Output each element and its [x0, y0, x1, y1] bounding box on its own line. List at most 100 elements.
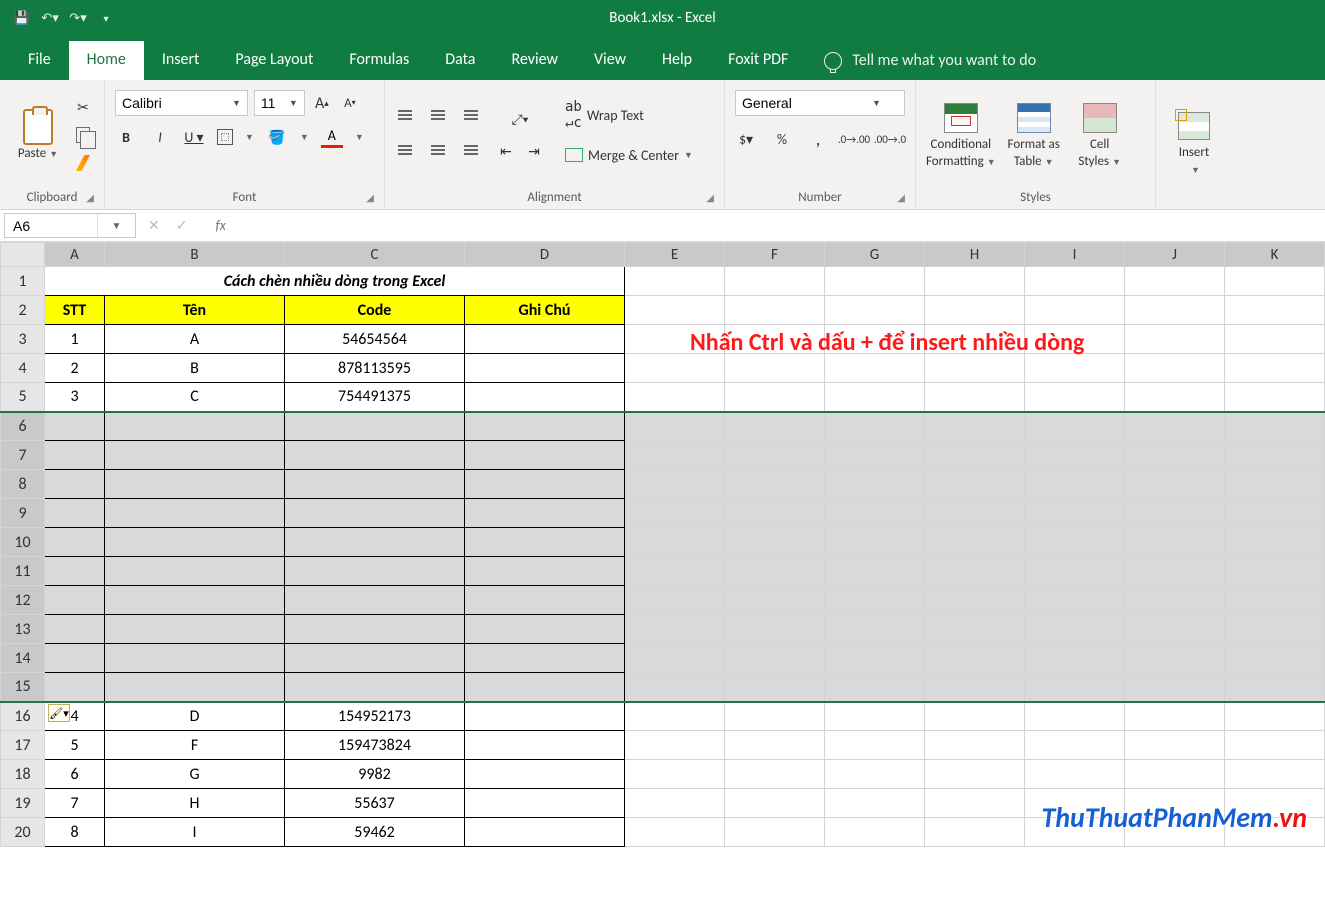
row-6[interactable]: 6: [1, 412, 1325, 441]
row-header-19[interactable]: 19: [1, 789, 45, 818]
italic-button[interactable]: I: [149, 126, 171, 148]
cell-C3[interactable]: 54654564: [285, 325, 465, 354]
enter-formula-icon[interactable]: ✓: [176, 217, 188, 234]
row-header-16[interactable]: 16: [1, 702, 45, 731]
row-header-6[interactable]: 6: [1, 412, 45, 441]
align-top-button[interactable]: [395, 107, 421, 133]
align-right-button[interactable]: [455, 137, 481, 163]
row-header-15[interactable]: 15: [1, 673, 45, 702]
increase-indent-button[interactable]: ⇥: [523, 140, 545, 162]
copy-button[interactable]: [72, 124, 94, 146]
cell-A20[interactable]: 8: [45, 818, 105, 847]
font-color-button[interactable]: A: [321, 126, 343, 148]
tab-file[interactable]: File: [10, 41, 69, 80]
bold-button[interactable]: B: [115, 126, 137, 148]
cell-header-ghichu[interactable]: Ghi Chú: [465, 296, 625, 325]
col-header-H[interactable]: H: [925, 243, 1025, 267]
col-header-K[interactable]: K: [1225, 243, 1325, 267]
cell-B4[interactable]: B: [105, 354, 285, 383]
borders-button[interactable]: [217, 129, 233, 145]
row-header-3[interactable]: 3: [1, 325, 45, 354]
tab-home[interactable]: Home: [69, 41, 144, 80]
row-3[interactable]: 3 1 A 54654564: [1, 325, 1325, 354]
row-17[interactable]: 17 5 F 159473824: [1, 731, 1325, 760]
clipboard-dialog-launcher[interactable]: ◢: [86, 191, 94, 204]
decrease-decimal-button[interactable]: .00→.0: [879, 128, 901, 150]
align-center-button[interactable]: [425, 137, 451, 163]
decrease-indent-button[interactable]: ⇤: [495, 140, 517, 162]
row-header-7[interactable]: 7: [1, 441, 45, 470]
row-header-14[interactable]: 14: [1, 644, 45, 673]
cell-C4[interactable]: 878113595: [285, 354, 465, 383]
col-header-G[interactable]: G: [825, 243, 925, 267]
save-icon[interactable]: 💾: [14, 10, 30, 26]
cell-B5[interactable]: C: [105, 383, 285, 412]
row-header-8[interactable]: 8: [1, 470, 45, 499]
row-1[interactable]: 1 Cách chèn nhiều dòng trong Excel: [1, 267, 1325, 296]
cell-B3[interactable]: A: [105, 325, 285, 354]
comma-format-button[interactable]: ,: [807, 128, 829, 150]
col-header-E[interactable]: E: [625, 243, 725, 267]
row-18[interactable]: 18 6 G 9982: [1, 760, 1325, 789]
tab-review[interactable]: Review: [493, 41, 576, 80]
cell-C20[interactable]: 59462: [285, 818, 465, 847]
col-header-F[interactable]: F: [725, 243, 825, 267]
cancel-formula-icon[interactable]: ✕: [148, 217, 160, 234]
cell-A17[interactable]: 5: [45, 731, 105, 760]
cell-A6[interactable]: [45, 412, 105, 441]
cell-header-code[interactable]: Code: [285, 296, 465, 325]
cell-B20[interactable]: I: [105, 818, 285, 847]
row-header-13[interactable]: 13: [1, 615, 45, 644]
name-box-input[interactable]: [5, 215, 97, 237]
row-12[interactable]: 12: [1, 586, 1325, 615]
cell-C19[interactable]: 55637: [285, 789, 465, 818]
wrap-text-button[interactable]: ab↵c Wrap Text: [559, 101, 650, 129]
name-box-dropdown[interactable]: ▼: [97, 214, 135, 237]
row-header-5[interactable]: 5: [1, 383, 45, 412]
row-5[interactable]: 5 3 C 754491375: [1, 383, 1325, 412]
col-header-B[interactable]: B: [105, 243, 285, 267]
cell-C18[interactable]: 9982: [285, 760, 465, 789]
cell-B17[interactable]: F: [105, 731, 285, 760]
font-name-combo[interactable]: ▼: [115, 90, 248, 116]
fill-color-button[interactable]: 🪣: [266, 126, 288, 148]
cell-A18[interactable]: 6: [45, 760, 105, 789]
cell-B19[interactable]: H: [105, 789, 285, 818]
row-header-1[interactable]: 1: [1, 267, 45, 296]
row-header-20[interactable]: 20: [1, 818, 45, 847]
row-header-9[interactable]: 9: [1, 499, 45, 528]
tab-insert[interactable]: Insert: [144, 41, 218, 80]
cell-D5[interactable]: [465, 383, 625, 412]
row-13[interactable]: 13: [1, 615, 1325, 644]
cell-styles-button[interactable]: Cell Styles▼: [1072, 101, 1128, 169]
row-8[interactable]: 8: [1, 470, 1325, 499]
insert-cells-button[interactable]: Insert ▼: [1166, 109, 1222, 177]
row-header-18[interactable]: 18: [1, 760, 45, 789]
formula-input[interactable]: [242, 214, 1325, 238]
undo-icon[interactable]: ↶▾: [42, 10, 58, 26]
spreadsheet-grid[interactable]: A B C D E F G H I J K 1 Cách chèn nhiều …: [0, 242, 1325, 847]
cell-D4[interactable]: [465, 354, 625, 383]
number-dialog-launcher[interactable]: ◢: [897, 191, 905, 204]
tab-data[interactable]: Data: [427, 41, 493, 80]
select-all-corner[interactable]: [1, 243, 45, 267]
decrease-font-button[interactable]: A▾: [339, 92, 361, 114]
fx-icon[interactable]: fx: [199, 217, 241, 234]
qat-customize-icon[interactable]: ▾: [98, 10, 114, 26]
col-header-D[interactable]: D: [465, 243, 625, 267]
cell-C5[interactable]: 754491375: [285, 383, 465, 412]
tab-formulas[interactable]: Formulas: [331, 41, 427, 80]
row-4[interactable]: 4 2 B 878113595: [1, 354, 1325, 383]
col-header-I[interactable]: I: [1025, 243, 1125, 267]
increase-font-button[interactable]: A▴: [311, 92, 333, 114]
tell-me[interactable]: Tell me what you want to do: [824, 51, 1036, 70]
number-format-combo[interactable]: ▼: [735, 90, 905, 116]
paste-button[interactable]: Paste▼: [10, 110, 66, 161]
row-header-17[interactable]: 17: [1, 731, 45, 760]
format-painter-button[interactable]: [72, 152, 94, 174]
increase-decimal-button[interactable]: .0→.00: [843, 128, 865, 150]
merge-center-button[interactable]: Merge & Center ▼: [559, 141, 699, 169]
row-11[interactable]: 11: [1, 557, 1325, 586]
cell-B18[interactable]: G: [105, 760, 285, 789]
worksheet[interactable]: A B C D E F G H I J K 1 Cách chèn nhiều …: [0, 242, 1325, 847]
